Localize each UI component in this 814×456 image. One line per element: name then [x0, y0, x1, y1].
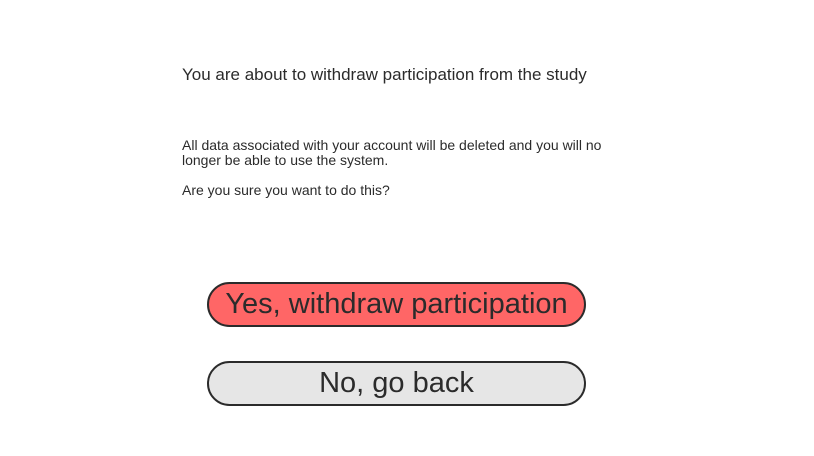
withdraw-confirmation-dialog: You are about to withdraw participation …	[0, 0, 814, 456]
withdraw-participation-button[interactable]: Yes, withdraw participation	[207, 282, 586, 327]
dialog-question: Are you sure you want to do this?	[182, 182, 390, 198]
dialog-message: All data associated with your account wi…	[182, 137, 602, 168]
go-back-button[interactable]: No, go back	[207, 361, 586, 406]
dialog-heading: You are about to withdraw participation …	[182, 65, 587, 84]
